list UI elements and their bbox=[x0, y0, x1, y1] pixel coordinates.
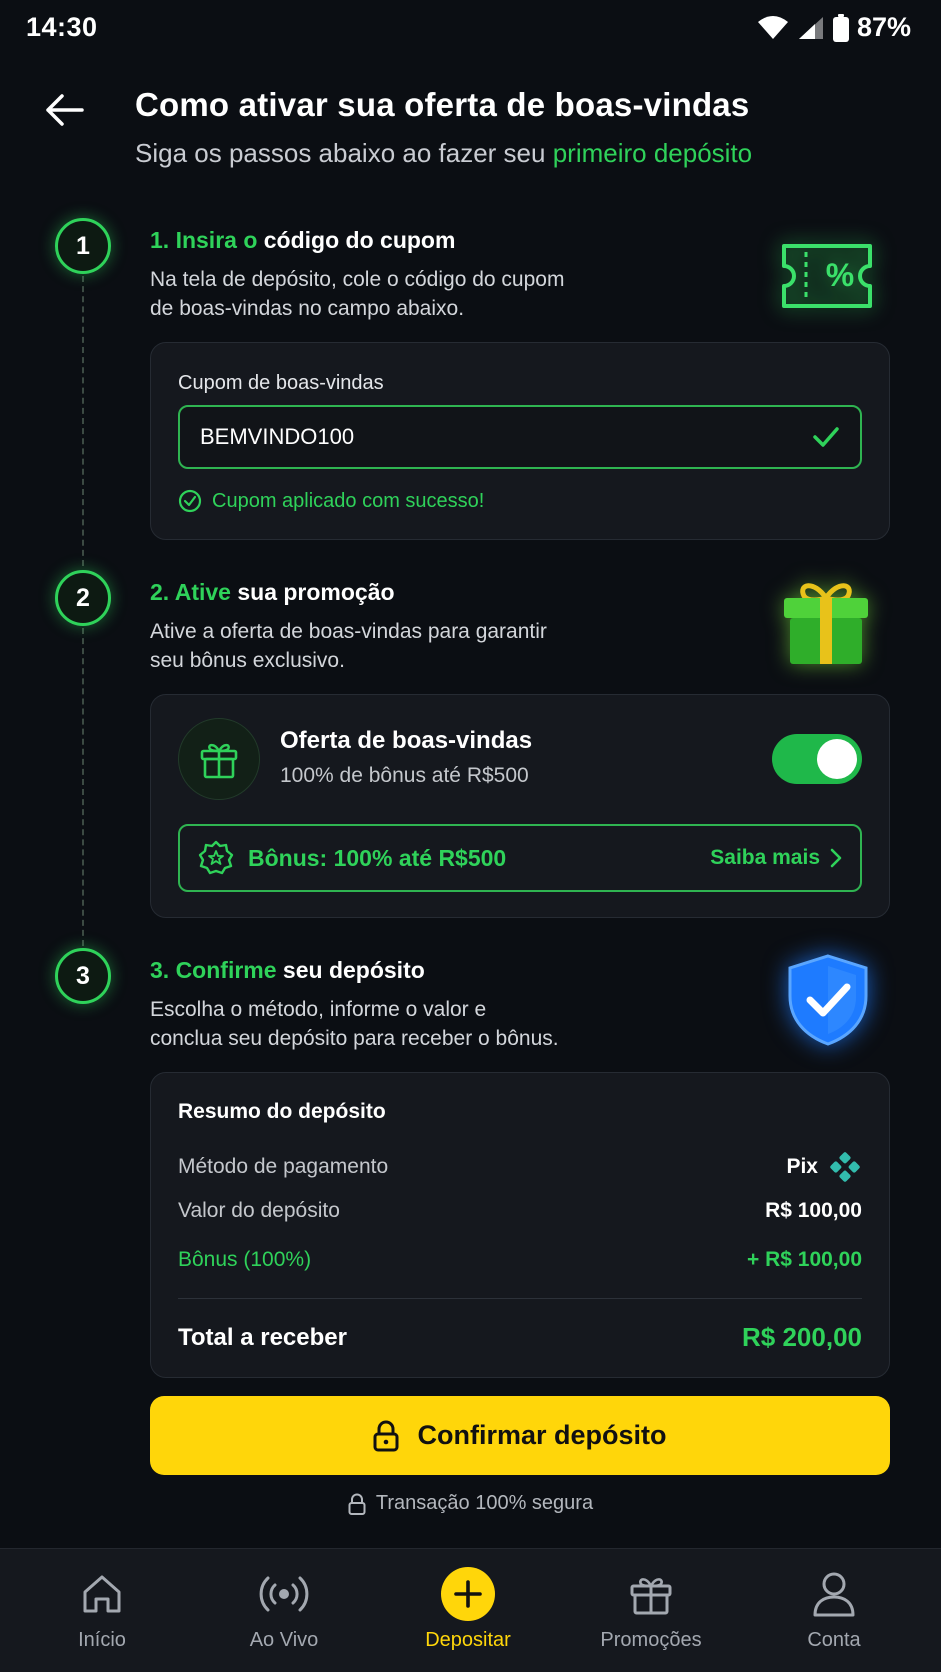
nav-label: Promoções bbox=[600, 1629, 702, 1651]
coupon-label: Cupom de boas-vindas bbox=[178, 372, 384, 394]
nav-item-conta[interactable]: Conta bbox=[759, 1569, 909, 1652]
step-number-2: 2 bbox=[55, 570, 111, 626]
nav-item-promocoes[interactable]: Promoções bbox=[576, 1569, 726, 1652]
gift-icon bbox=[630, 1578, 672, 1615]
live-icon bbox=[259, 1576, 309, 1612]
check-icon bbox=[813, 427, 839, 447]
coupon-success-text: Cupom aplicado com sucesso! bbox=[212, 489, 485, 512]
secure-note-text: Transação 100% segura bbox=[375, 1492, 594, 1514]
nav-label: Início bbox=[78, 1629, 126, 1651]
step-title-rest: sua promoção bbox=[230, 579, 395, 605]
step-desc-line: Na tela de depósito, cole o código do cu… bbox=[150, 268, 565, 291]
total-label: Total a receber bbox=[178, 1323, 347, 1351]
coupon-success-message: Cupom aplicado com sucesso! bbox=[178, 489, 484, 513]
summary-title: Resumo do depósito bbox=[178, 1100, 386, 1123]
step-title-2: 2. Ative sua promoção bbox=[150, 579, 395, 606]
step-number-1: 1 bbox=[55, 218, 111, 274]
page-subtitle: Siga os passos abaixo ao fazer seu prime… bbox=[135, 138, 752, 169]
step-desc-1: Na tela de depósito, cole o código do cu… bbox=[150, 265, 564, 323]
payment-method: Pix bbox=[786, 1150, 862, 1184]
lock-icon bbox=[348, 1493, 366, 1515]
summary-label: Bônus (100%) bbox=[178, 1248, 312, 1271]
home-icon bbox=[83, 1575, 121, 1613]
battery-percent: 87% bbox=[856, 12, 911, 42]
summary-row-payment: Método de pagamento Pix bbox=[178, 1150, 862, 1184]
secure-transaction-note: Transação 100% segura bbox=[0, 1492, 941, 1515]
nav-label: Depositar bbox=[425, 1629, 511, 1651]
coupon-input[interactable] bbox=[200, 424, 760, 450]
shield-check-icon bbox=[784, 952, 872, 1053]
offer-title: Oferta de boas-vindas bbox=[280, 727, 533, 754]
gift-box-icon bbox=[780, 576, 872, 673]
bonus-info: Bônus: 100% até R$500 bbox=[198, 840, 506, 876]
step-title-highlight: 3. Confirme bbox=[150, 957, 277, 983]
status-indicators: 87% bbox=[757, 12, 911, 43]
step-desc-3: Escolha o método, informe o valor e conc… bbox=[150, 995, 559, 1053]
lock-icon bbox=[373, 1420, 399, 1451]
chevron-right-icon bbox=[830, 848, 842, 868]
bonus-label: Bônus: 100% até R$500 bbox=[248, 844, 507, 871]
payment-method-value: Pix bbox=[786, 1155, 818, 1178]
summary-label: Método de pagamento bbox=[178, 1155, 389, 1178]
plus-icon bbox=[441, 1567, 495, 1621]
step-desc-line: de boas-vindas no campo abaixo. bbox=[150, 297, 465, 320]
offer-subtitle: 100% de bônus até R$500 bbox=[280, 764, 529, 787]
wifi-icon bbox=[757, 15, 788, 39]
step-desc-line: Ative a oferta de boas-vindas para garan… bbox=[150, 620, 547, 643]
subtitle-text: Siga os passos abaixo ao fazer seu bbox=[135, 138, 553, 168]
summary-divider bbox=[178, 1298, 862, 1299]
offer-toggle[interactable] bbox=[772, 734, 862, 784]
nav-label: Ao Vivo bbox=[249, 1629, 319, 1651]
svg-text:%: % bbox=[826, 257, 854, 293]
confirm-deposit-label: Confirmar depósito bbox=[417, 1420, 667, 1450]
step-title-highlight: 1. Insira o bbox=[150, 227, 258, 253]
back-button[interactable] bbox=[38, 84, 90, 136]
step-title-1: 1. Insira o código do cupom bbox=[150, 227, 455, 254]
summary-value: R$ 100,00 bbox=[765, 1199, 862, 1222]
toggle-knob bbox=[817, 739, 857, 779]
learn-more-link[interactable]: Saiba mais bbox=[710, 846, 842, 870]
bonus-banner[interactable]: Bônus: 100% até R$500 Saiba mais bbox=[178, 824, 862, 892]
timeline-connector bbox=[82, 276, 84, 566]
pix-icon bbox=[830, 1152, 860, 1182]
step-title-rest: seu depósito bbox=[276, 957, 425, 983]
summary-row-amount: Valor do depósito R$ 100,00 bbox=[178, 1199, 862, 1223]
arrow-left-icon bbox=[46, 94, 84, 126]
check-circle-icon bbox=[178, 489, 202, 513]
step-number-3: 3 bbox=[55, 948, 111, 1004]
gift-icon bbox=[200, 743, 238, 779]
learn-more-text: Saiba mais bbox=[710, 846, 820, 869]
summary-total: Total a receber R$ 200,00 bbox=[178, 1322, 862, 1353]
nav-item-depositar[interactable]: Depositar bbox=[393, 1567, 543, 1652]
coupon-field[interactable] bbox=[178, 405, 862, 469]
star-badge-icon bbox=[198, 840, 234, 875]
battery-icon bbox=[832, 13, 849, 42]
page-title: Como ativar sua oferta de boas-vindas bbox=[135, 86, 750, 123]
summary-value: + R$ 100,00 bbox=[746, 1248, 862, 1271]
subtitle-highlight: primeiro depósito bbox=[552, 138, 753, 168]
status-time: 14:30 bbox=[26, 12, 98, 42]
step-desc-line: conclua seu depósito para receber o bônu… bbox=[150, 1027, 559, 1050]
offer-icon bbox=[178, 718, 260, 800]
step-desc-2: Ative a oferta de boas-vindas para garan… bbox=[150, 617, 547, 675]
step-title-3: 3. Confirme seu depósito bbox=[150, 957, 425, 984]
user-icon bbox=[813, 1572, 855, 1617]
summary-row-bonus: Bônus (100%) + R$ 100,00 bbox=[178, 1248, 862, 1272]
nav-item-inicio[interactable]: Início bbox=[27, 1569, 177, 1652]
timeline-connector bbox=[82, 628, 84, 946]
coupon-percent-icon: % bbox=[778, 240, 876, 317]
step-title-rest: código do cupom bbox=[257, 227, 456, 253]
total-value: R$ 200,00 bbox=[742, 1322, 862, 1352]
step-title-highlight: 2. Ative bbox=[150, 579, 231, 605]
confirm-deposit-button[interactable]: Confirmar depósito bbox=[150, 1396, 890, 1475]
signal-icon bbox=[798, 16, 823, 39]
summary-label: Valor do depósito bbox=[178, 1199, 340, 1222]
step-desc-line: seu bônus exclusivo. bbox=[150, 649, 345, 672]
bottom-navigation: Início Ao Vivo Depositar Promoções Conta bbox=[0, 1548, 941, 1672]
nav-item-ao-vivo[interactable]: Ao Vivo bbox=[209, 1569, 359, 1652]
nav-label: Conta bbox=[807, 1629, 861, 1651]
step-desc-line: Escolha o método, informe o valor e bbox=[150, 998, 487, 1021]
